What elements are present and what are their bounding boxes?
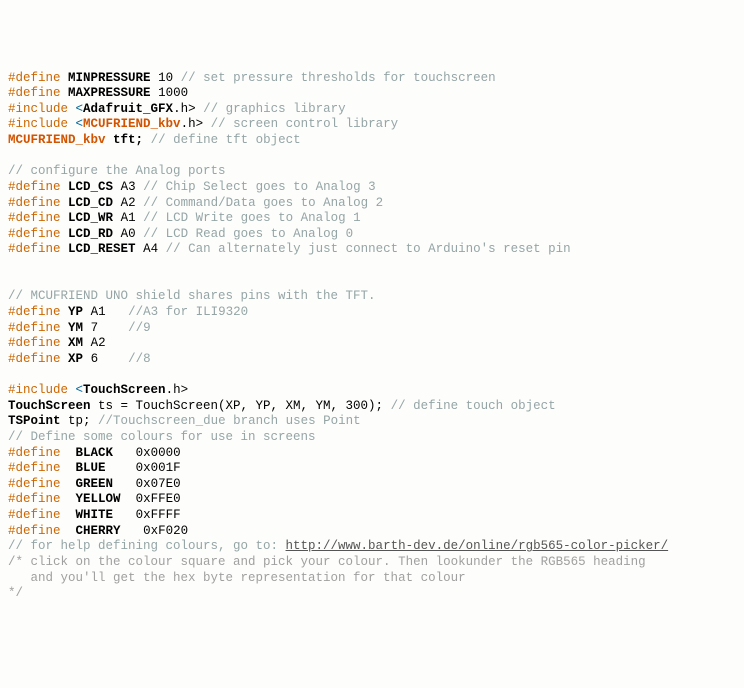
macro-val: A1 (121, 211, 136, 225)
macro-val: 0x001F (136, 461, 181, 475)
macro-val: 0xFFFF (136, 508, 181, 522)
code-rest: tp; (61, 414, 91, 428)
line-comment: // Can alternately just connect to Ardui… (166, 242, 571, 256)
directive-kw: #define (8, 227, 61, 241)
directive-kw: #include (8, 117, 68, 131)
line-comment: // for help defining colours, go to: (8, 539, 286, 553)
macro-val: 0xF020 (143, 524, 188, 538)
var-name: tft; (113, 133, 143, 147)
directive-kw: #define (8, 86, 61, 100)
macro-val: 7 (91, 321, 99, 335)
macro-val: 1000 (158, 86, 188, 100)
type-name: TSPoint (8, 414, 61, 428)
directive-kw: #define (8, 477, 61, 491)
line-comment: // define tft object (151, 133, 301, 147)
macro-val: A3 (121, 180, 136, 194)
include-open: < (76, 383, 84, 397)
macro-val: 0xFFE0 (136, 492, 181, 506)
directive-kw: #define (8, 446, 61, 460)
macro-val: 0x07E0 (136, 477, 181, 491)
type-name: TouchScreen (8, 399, 91, 413)
line-comment: // set pressure thresholds for touchscre… (181, 71, 496, 85)
help-link[interactable]: http://www.barth-dev.de/online/rgb565-co… (286, 539, 669, 553)
directive-kw: #define (8, 461, 61, 475)
macro-val: A4 (143, 242, 158, 256)
line-comment: // graphics library (203, 102, 346, 116)
macro-name: LCD_CD (68, 196, 113, 210)
code-block: #define MINPRESSURE 10 // set pressure t… (8, 71, 736, 602)
directive-kw: #define (8, 242, 61, 256)
macro-val: 6 (91, 352, 99, 366)
ml-comment: /* click on the colour square and pick y… (8, 555, 646, 569)
macro-val: 0x0000 (136, 446, 181, 460)
macro-name: LCD_CS (68, 180, 113, 194)
include-open: < (76, 102, 84, 116)
line-comment: // configure the Analog ports (8, 164, 226, 178)
macro-val: A0 (121, 227, 136, 241)
directive-kw: #define (8, 508, 61, 522)
line-comment: // LCD Write goes to Analog 1 (143, 211, 361, 225)
include-hdr: Adafruit_GFX (83, 102, 173, 116)
directive-kw: #define (8, 492, 61, 506)
line-comment: // MCUFRIEND UNO shield shares pins with… (8, 289, 376, 303)
macro-name: XP (68, 352, 83, 366)
macro-val: A1 (91, 305, 106, 319)
macro-name: BLUE (76, 461, 106, 475)
line-comment: // screen control library (211, 117, 399, 131)
directive-kw: #define (8, 524, 61, 538)
directive-kw: #define (8, 196, 61, 210)
directive-kw: #define (8, 336, 61, 350)
directive-kw: #define (8, 305, 61, 319)
ml-comment: */ (8, 586, 23, 600)
macro-name: LCD_RESET (68, 242, 136, 256)
include-ext: .h> (166, 383, 189, 397)
ml-comment: and you'll get the hex byte representati… (8, 571, 466, 585)
type-name: MCUFRIEND_kbv (8, 133, 106, 147)
macro-val: A2 (91, 336, 106, 350)
line-comment: // LCD Read goes to Analog 0 (143, 227, 353, 241)
macro-name: WHITE (76, 508, 114, 522)
directive-kw: #define (8, 352, 61, 366)
macro-val: 10 (158, 71, 173, 85)
line-comment: // define touch object (391, 399, 556, 413)
macro-name: LCD_RD (68, 227, 113, 241)
macro-name: MINPRESSURE (68, 71, 151, 85)
line-comment: // Chip Select goes to Analog 3 (143, 180, 376, 194)
include-hdr: MCUFRIEND_kbv (83, 117, 181, 131)
line-comment: //8 (128, 352, 151, 366)
macro-name: BLACK (76, 446, 114, 460)
directive-kw: #define (8, 180, 61, 194)
line-comment: //A3 for ILI9320 (128, 305, 248, 319)
macro-name: CHERRY (76, 524, 121, 538)
directive-kw: #include (8, 102, 68, 116)
directive-kw: #define (8, 321, 61, 335)
code-rest: ts = TouchScreen(XP, YP, XM, YM, 300); (91, 399, 384, 413)
macro-val: A2 (121, 196, 136, 210)
macro-name: YM (68, 321, 83, 335)
line-comment: //Touchscreen_due branch uses Point (98, 414, 361, 428)
macro-name: LCD_WR (68, 211, 113, 225)
directive-kw: #define (8, 211, 61, 225)
directive-kw: #include (8, 383, 68, 397)
include-hdr: TouchScreen (83, 383, 166, 397)
macro-name: GREEN (76, 477, 114, 491)
include-ext: .h> (181, 117, 204, 131)
line-comment: //9 (128, 321, 151, 335)
macro-name: YP (68, 305, 83, 319)
macro-name: MAXPRESSURE (68, 86, 151, 100)
macro-name: XM (68, 336, 83, 350)
macro-name: YELLOW (76, 492, 121, 506)
directive-kw: #define (8, 71, 61, 85)
line-comment: // Define some colours for use in screen… (8, 430, 316, 444)
include-open: < (76, 117, 84, 131)
line-comment: // Command/Data goes to Analog 2 (143, 196, 383, 210)
include-ext: .h> (173, 102, 196, 116)
